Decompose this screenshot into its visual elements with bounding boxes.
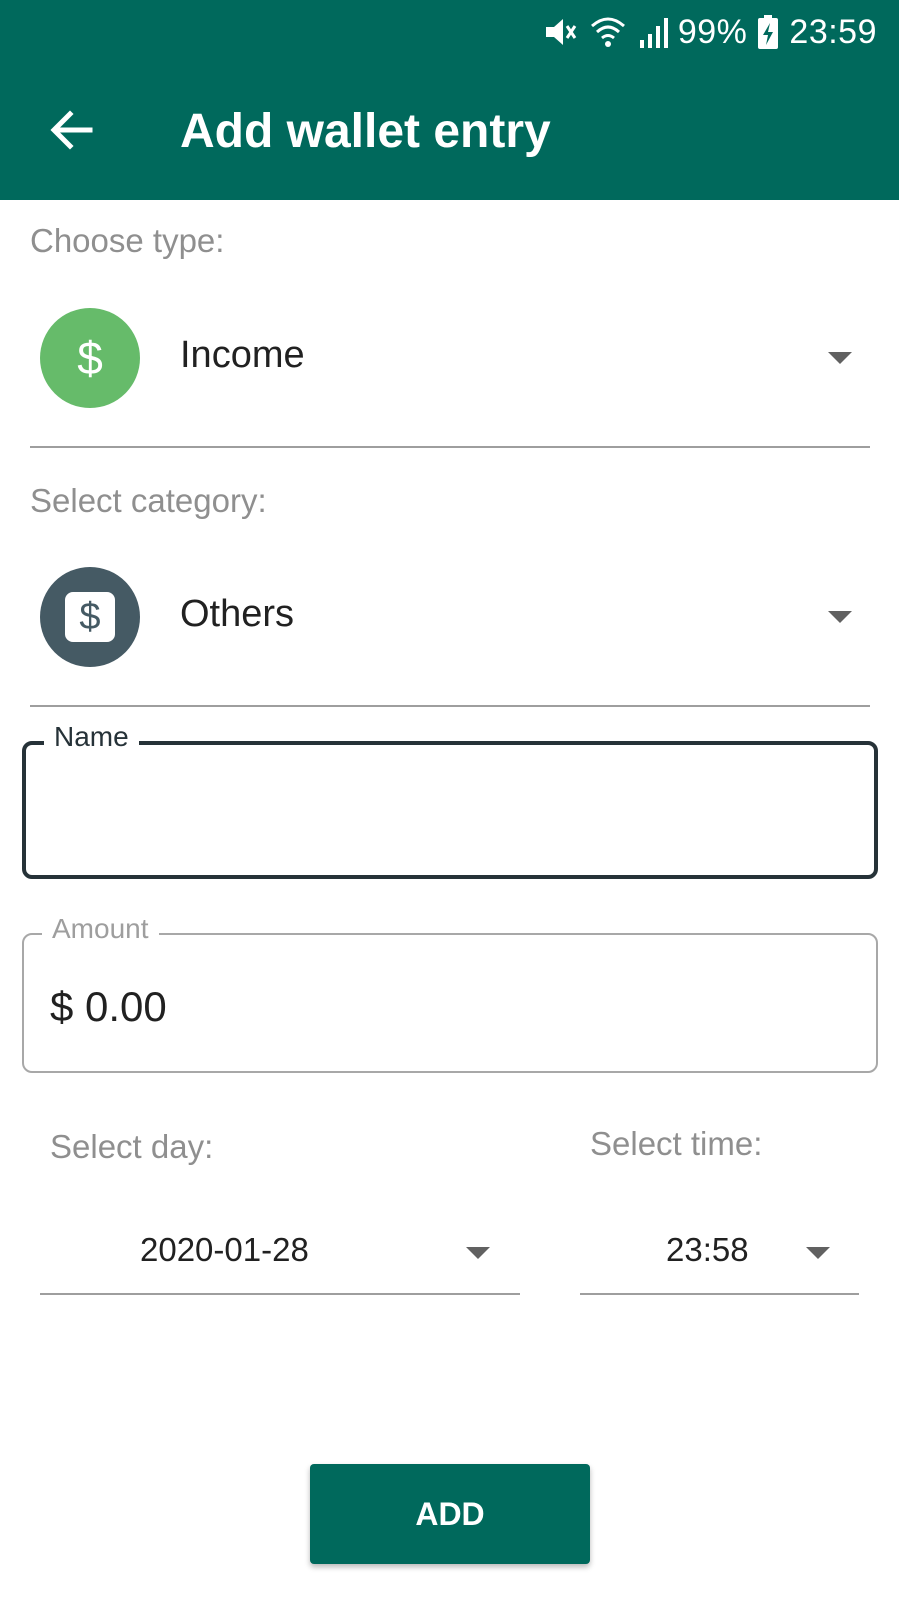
select-category-label: Select category: xyxy=(30,482,267,519)
back-button[interactable] xyxy=(40,100,104,164)
app-bar: 99% 23:59 Add wallet entry xyxy=(0,0,899,200)
add-wallet-entry-screen: 99% 23:59 Add wallet entry Choose type: … xyxy=(0,0,899,1599)
category-icon-glyph: $ xyxy=(79,595,101,638)
select-day-label: Select day: xyxy=(50,1128,214,1165)
type-icon-glyph: $ xyxy=(77,332,103,384)
dropdown-arrow-icon xyxy=(828,352,852,364)
page-title: Add wallet entry xyxy=(180,105,551,158)
status-bar: 99% 23:59 xyxy=(542,10,877,54)
add-button[interactable]: ADD xyxy=(310,1464,590,1564)
dropdown-arrow-icon xyxy=(466,1247,490,1259)
day-value: 2020-01-28 xyxy=(140,1231,309,1268)
clock: 23:59 xyxy=(789,12,877,51)
select-time-label: Select time: xyxy=(590,1125,763,1162)
type-spinner[interactable]: $ Income xyxy=(30,308,870,448)
battery-charging-icon xyxy=(757,14,779,50)
dollar-icon: $ xyxy=(40,308,140,408)
time-value: 23:58 xyxy=(666,1231,749,1268)
battery-percent: 99% xyxy=(677,12,748,51)
choose-type-label: Choose type: xyxy=(30,222,225,259)
category-value: Others xyxy=(180,593,295,635)
money-icon: $ xyxy=(65,592,115,642)
category-icon: $ xyxy=(40,567,140,667)
day-picker[interactable]: 2020-01-28 xyxy=(40,1225,520,1295)
amount-field-value: $ 0.00 xyxy=(50,983,167,1030)
mute-icon xyxy=(542,14,578,50)
dropdown-arrow-icon xyxy=(806,1247,830,1259)
name-field-label: Name xyxy=(44,721,139,753)
time-picker[interactable]: 23:58 xyxy=(580,1225,859,1295)
type-value: Income xyxy=(180,334,305,376)
dropdown-arrow-icon xyxy=(828,611,852,623)
signal-icon xyxy=(638,14,668,50)
wifi-icon xyxy=(588,14,628,50)
category-spinner[interactable]: $ Others xyxy=(30,567,870,707)
name-field[interactable]: Name xyxy=(22,721,878,879)
amount-field-label: Amount xyxy=(42,913,159,945)
amount-field[interactable]: Amount $ 0.00 xyxy=(22,913,878,1073)
arrow-left-icon xyxy=(50,108,94,157)
